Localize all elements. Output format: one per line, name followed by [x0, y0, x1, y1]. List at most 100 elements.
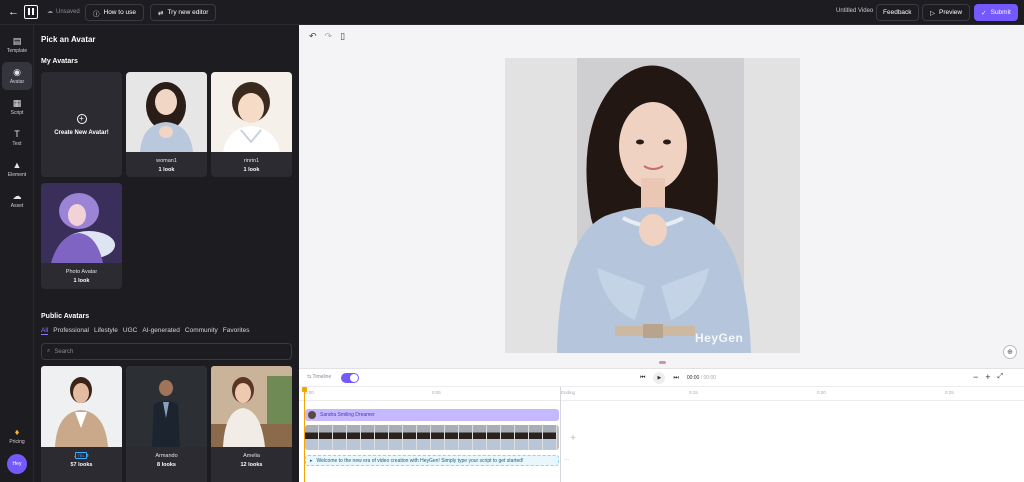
pricing-button[interactable]: ♦ Pricing	[2, 427, 32, 445]
pricing-label: Pricing	[9, 439, 25, 445]
ruler-tick: 0:25	[945, 390, 954, 395]
avatar-track-label: Sandra Smiling Dreamer	[320, 412, 375, 418]
script-text: Welcome to the new era of video creation…	[316, 457, 524, 464]
avatar-panel: Pick an Avatar My Avatars + Create New A…	[34, 25, 299, 482]
video-stage[interactable]: HeyGen	[505, 58, 800, 353]
avatar-thumbnail	[211, 72, 292, 152]
resize-handle[interactable]	[659, 361, 666, 364]
submit-button[interactable]: ✓ Submit	[974, 4, 1018, 21]
public-avatar-armando[interactable]: Armando 8 looks	[126, 366, 207, 482]
video-frame-thumbnail	[515, 425, 529, 450]
avatar-looks: 1 look	[158, 167, 175, 173]
public-avatar-annie[interactable]: TEL Annie 57 looks	[41, 366, 122, 482]
script-icon: ▦	[12, 97, 22, 108]
how-to-use-button[interactable]: ⓘ How to use	[85, 4, 145, 21]
video-frame-thumbnail	[417, 425, 431, 450]
tab-all[interactable]: All	[41, 327, 49, 335]
rail-item-label: Avatar	[9, 78, 25, 85]
rail-item-label: Script	[10, 109, 24, 116]
avatar-thumbnail	[126, 72, 207, 152]
feedback-label: Feedback	[883, 9, 912, 16]
rail-item-asset[interactable]: ☁ Asset	[2, 186, 32, 214]
save-status: ☁ Unsaved	[47, 8, 80, 16]
video-canvas: ↶ ↷ ▯ HeyGen ⊕	[299, 25, 1024, 368]
avatar-card-photo-avatar[interactable]: Photo Avatar 1 look	[41, 183, 122, 289]
tab-ai-generated[interactable]: AI-generated	[142, 327, 180, 335]
video-frame-thumbnail	[389, 425, 403, 450]
add-scene-button[interactable]: +	[566, 431, 580, 445]
avatar-looks: 12 looks	[240, 462, 263, 468]
preview-label: Preview	[939, 9, 963, 16]
logo[interactable]: ←	[8, 5, 38, 19]
feedback-button[interactable]: Feedback	[876, 4, 919, 21]
skip-forward-icon[interactable]: ⏭	[673, 375, 678, 382]
undo-icon[interactable]: ↶	[309, 31, 317, 42]
time-total: / 00:00	[700, 375, 717, 381]
rail-item-label: Asset	[10, 202, 24, 209]
how-to-use-label: How to use	[103, 9, 137, 16]
rail-item-label: Text	[12, 140, 22, 147]
rail-item-element[interactable]: ▲ Element	[2, 155, 32, 183]
time-current: 00:00	[686, 375, 700, 381]
timeline-toggle[interactable]	[341, 373, 359, 383]
element-icon: ▲	[12, 159, 22, 170]
user-avatar[interactable]: Hey	[7, 454, 27, 474]
avatar-track[interactable]: Sandra Smiling Dreamer	[305, 409, 559, 421]
template-icon: ▤	[12, 35, 22, 46]
canvas-zoom-button[interactable]: ⊕	[1003, 345, 1017, 359]
timeline-icon: ⇆	[307, 374, 312, 380]
avatar-mini-icon	[308, 411, 316, 419]
avatar-name: woman1	[156, 158, 177, 164]
try-new-editor-label: Try new editor	[167, 9, 209, 16]
ruler-tick: Ending	[561, 390, 576, 395]
asset-icon: ☁	[12, 190, 22, 201]
mobile-aspect-icon[interactable]: ▯	[340, 31, 345, 42]
timeline-label-text: Timeline	[312, 374, 332, 380]
avatar-looks: 1 look	[243, 167, 260, 173]
tab-ugc[interactable]: UGC	[123, 327, 137, 335]
avatar-card-woman1[interactable]: woman1 1 look	[126, 72, 207, 177]
create-avatar-card[interactable]: + Create New Avatar!	[41, 72, 122, 177]
rail-item-avatar[interactable]: ◉ Avatar	[2, 62, 32, 90]
more-icon[interactable]: ···	[564, 457, 576, 464]
rail-item-script[interactable]: ▦ Script	[2, 93, 32, 121]
play-button[interactable]: ▶	[653, 372, 666, 384]
video-frame-thumbnail	[375, 425, 389, 450]
rail-item-text[interactable]: T Text	[2, 124, 32, 152]
skip-back-icon[interactable]: ⏮	[640, 375, 645, 382]
expand-icon[interactable]: ⤢	[998, 373, 1004, 381]
avatar-name: Photo Avatar	[65, 269, 98, 275]
tab-professional[interactable]: Professional	[53, 327, 89, 335]
rail-item-label: Template	[6, 47, 28, 54]
time-display: 00:00 / 00:00	[687, 375, 716, 381]
search-input[interactable]: ⌕ Search	[41, 343, 292, 360]
script-track[interactable]: ▸ Welcome to the new era of video creati…	[305, 455, 559, 466]
video-title[interactable]: Untitled Video	[836, 8, 873, 14]
avatar-card-rinrin1[interactable]: rinrin1 1 look	[211, 72, 292, 177]
check-icon: ✓	[981, 9, 987, 17]
video-frames-track[interactable]	[305, 425, 559, 450]
ruler-tick: 0:05	[432, 390, 441, 395]
play-outline-icon: ▷	[930, 9, 935, 17]
redo-icon[interactable]: ↷	[325, 31, 333, 42]
avatar-name: rinrin1	[243, 158, 260, 164]
timeline-ruler[interactable]: 0:00 0:05 Ending 0:15 0:20 0:25	[299, 387, 1024, 401]
panel-title: Pick an Avatar	[41, 35, 96, 44]
try-new-editor-button[interactable]: ⇄ Try new editor	[150, 4, 217, 21]
user-initials: Hey	[12, 461, 22, 467]
swap-icon: ⇄	[158, 9, 164, 17]
preview-button[interactable]: ▷ Preview	[922, 4, 971, 21]
heygen-logo-icon	[24, 5, 38, 19]
video-frame-thumbnail	[333, 425, 347, 450]
zoom-out-icon[interactable]: −	[973, 372, 978, 382]
back-arrow-icon[interactable]: ←	[8, 5, 19, 19]
tab-favorites[interactable]: Favorites	[223, 327, 250, 335]
search-icon: ⌕	[47, 348, 51, 354]
tab-lifestyle[interactable]: Lifestyle	[94, 327, 118, 335]
avatar-name: Amelia	[243, 453, 260, 459]
public-avatar-amelia[interactable]: Amelia 12 looks	[211, 366, 292, 482]
avatar-preview	[557, 65, 751, 353]
rail-item-template[interactable]: ▤ Template	[2, 31, 32, 59]
zoom-in-icon[interactable]: +	[985, 372, 990, 382]
tab-community[interactable]: Community	[185, 327, 218, 335]
